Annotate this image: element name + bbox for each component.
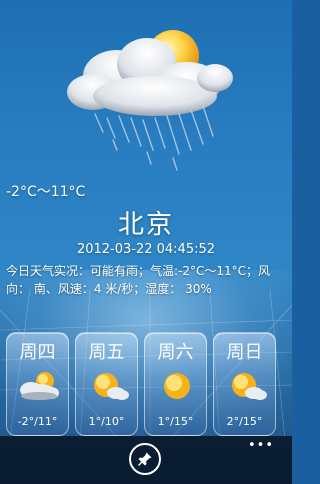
forecast-strip: 周四 -2°/11° 周五 1°/10° 周六 1°/15° 周日 2°/15° xyxy=(6,332,288,436)
forecast-temp: 1°/15° xyxy=(157,415,194,428)
cloud-rain-sun-icon xyxy=(67,30,233,171)
forecast-card-fri[interactable]: 周五 1°/10° xyxy=(75,332,138,436)
sun-cloud-icon xyxy=(94,373,129,400)
forecast-day-label: 周五 xyxy=(88,342,125,363)
forecast-card-thu[interactable]: 周四 -2°/11° xyxy=(6,332,69,436)
pin-button[interactable] xyxy=(129,443,161,475)
weather-detail-text: 今日天气实况：可能有雨；气温:-2°C～11°C；风向： 南、风速：4 米/秒；… xyxy=(6,264,271,296)
partly-cloudy-icon xyxy=(20,372,59,400)
forecast-day-label: 周六 xyxy=(157,342,194,363)
app-bar: ••• xyxy=(0,436,292,484)
current-temperature-range: -2°C～11°C xyxy=(6,184,86,200)
pin-icon xyxy=(138,452,152,466)
forecast-day-label: 周日 xyxy=(226,342,263,363)
forecast-temp: -2°/11° xyxy=(17,415,58,428)
forecast-card-sat[interactable]: 周六 1°/15° xyxy=(144,332,207,436)
sun-cloud-icon xyxy=(232,373,267,400)
sunny-icon xyxy=(164,373,190,399)
update-datetime: 2012-03-22 04:45:52 xyxy=(76,242,216,257)
forecast-day-label: 周四 xyxy=(19,342,56,363)
forecast-temp: 1°/10° xyxy=(88,415,125,428)
weather-screen: -2°C～11°C 北京 2012-03-22 04:45:52 今日天气实况：… xyxy=(0,0,292,484)
forecast-temp: 2°/15° xyxy=(226,415,263,428)
city-name: 北京 xyxy=(117,210,174,240)
forecast-card-sun[interactable]: 周日 2°/15° xyxy=(213,332,276,436)
more-options-button[interactable]: ••• xyxy=(248,438,274,453)
